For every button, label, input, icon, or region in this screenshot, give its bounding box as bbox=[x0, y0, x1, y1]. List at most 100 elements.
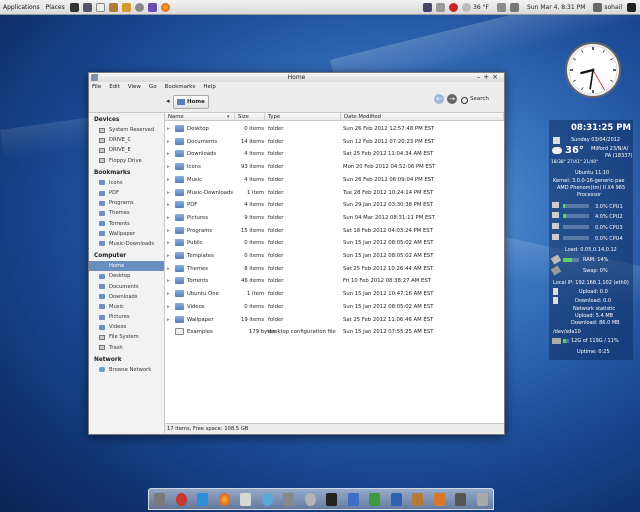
expand-arrow-icon[interactable]: ▸ bbox=[167, 139, 170, 145]
spreadsheet-icon[interactable] bbox=[369, 492, 381, 506]
sidebar-item-pdf[interactable]: PDF bbox=[89, 188, 164, 198]
envelope-icon[interactable] bbox=[497, 2, 507, 12]
places-menu[interactable]: Places bbox=[43, 4, 68, 11]
photo-icon[interactable] bbox=[455, 492, 467, 506]
back-arrow-icon[interactable]: ← bbox=[434, 94, 444, 104]
search-icon[interactable] bbox=[304, 492, 316, 506]
expand-arrow-icon[interactable]: ▸ bbox=[167, 278, 170, 284]
sidebar-item-drive-e[interactable]: DRIVE_E bbox=[89, 145, 164, 155]
sidebar-item-desktop[interactable]: Desktop bbox=[89, 271, 164, 281]
table-row[interactable]: ▸ Icons 93 items folder Mon 20 Feb 2012 04:5… bbox=[165, 161, 504, 174]
firefox-icon[interactable] bbox=[218, 492, 230, 506]
close-icon[interactable]: × bbox=[492, 73, 501, 81]
table-row[interactable]: ▸ Templates 0 items folder Sun 15 Jan 2012 0… bbox=[165, 250, 504, 263]
menu-bookmarks[interactable]: Bookmarks bbox=[165, 84, 196, 90]
table-row[interactable]: ▸ Themes 8 items folder Sat 25 Feb 2012 10:2… bbox=[165, 263, 504, 276]
sidebar-item-drive-c[interactable]: DRIVE_C bbox=[89, 135, 164, 145]
menu-go[interactable]: Go bbox=[149, 84, 157, 90]
expand-arrow-icon[interactable]: ▸ bbox=[167, 253, 170, 259]
table-row[interactable]: ▸ Videos 0 items folder Sun 15 Jan 2012 08:0… bbox=[165, 301, 504, 314]
expand-arrow-icon[interactable]: ▸ bbox=[167, 304, 170, 310]
applications-menu[interactable]: Applications bbox=[0, 4, 43, 11]
mail-icon[interactable] bbox=[436, 2, 446, 12]
maximize-icon[interactable]: + bbox=[483, 73, 492, 81]
expand-arrow-icon[interactable]: ▸ bbox=[167, 151, 170, 157]
table-row[interactable]: ▸ Documents 14 items folder Sun 12 Feb 2012 … bbox=[165, 136, 504, 149]
forward-arrow-icon[interactable]: → bbox=[447, 94, 457, 104]
sidebar-item-videos[interactable]: Videos bbox=[89, 322, 164, 332]
sidebar-item-home[interactable]: Home bbox=[89, 261, 164, 272]
table-row[interactable]: ▸ Public 0 items folder Sun 15 Jan 2012 08:0… bbox=[165, 237, 504, 250]
table-row[interactable]: ▸ Downloads 4 items folder Sat 25 Feb 2012 1… bbox=[165, 148, 504, 161]
table-row[interactable]: ▸ PDF 4 items folder Sun 29 Jan 2012 03:30:3… bbox=[165, 199, 504, 212]
column-header-size[interactable]: Size bbox=[235, 113, 265, 121]
sidebar-item-trash[interactable]: Trash bbox=[89, 343, 164, 353]
music-icon[interactable] bbox=[261, 492, 273, 506]
network-icon[interactable] bbox=[283, 492, 295, 506]
user-name[interactable]: sohail bbox=[604, 4, 622, 11]
column-header-type[interactable]: Type bbox=[265, 113, 341, 121]
expand-arrow-icon[interactable]: ▸ bbox=[167, 215, 170, 221]
box-icon[interactable] bbox=[108, 2, 118, 12]
finder-icon[interactable] bbox=[154, 492, 166, 506]
mail-icon[interactable] bbox=[240, 492, 252, 506]
chat-icon[interactable] bbox=[121, 2, 131, 12]
sidebar-item-wallpaper[interactable]: Wallpaper bbox=[89, 229, 164, 239]
pictures-icon[interactable] bbox=[197, 492, 209, 506]
expand-arrow-icon[interactable]: ▸ bbox=[167, 126, 170, 132]
sidebar-item-pictures[interactable]: Pictures bbox=[89, 312, 164, 322]
settings-icon[interactable] bbox=[433, 492, 445, 506]
terminal-icon[interactable] bbox=[69, 2, 79, 12]
volume-icon[interactable] bbox=[510, 2, 520, 12]
column-header-date[interactable]: Date Modified bbox=[341, 113, 504, 121]
window-titlebar[interactable]: Home –+× bbox=[89, 73, 504, 82]
table-row[interactable]: ▸ Torrents 46 items folder Fri 10 Feb 2012 0… bbox=[165, 275, 504, 288]
expand-arrow-icon[interactable]: ▸ bbox=[167, 240, 170, 246]
table-row[interactable]: ▸ Music 4 items folder Sun 26 Feb 2012 06:09… bbox=[165, 174, 504, 187]
chat-bubble-icon[interactable] bbox=[627, 2, 636, 12]
table-row[interactable]: ▸ Wallpaper 19 items folder Sat 25 Feb 2012 … bbox=[165, 314, 504, 327]
table-row[interactable]: ▸ Ubuntu One 1 item folder Sun 15 Jan 2012 1… bbox=[165, 288, 504, 301]
chat-icon[interactable] bbox=[390, 492, 402, 506]
settings-icon[interactable] bbox=[134, 2, 144, 12]
sidebar-item-floppy[interactable]: Floppy Drive bbox=[89, 156, 164, 166]
temperature-readout[interactable]: 36 °F bbox=[473, 4, 489, 11]
sidebar-item-music-downloads[interactable]: Music-Downloads bbox=[89, 239, 164, 249]
monitor-icon[interactable] bbox=[82, 2, 92, 12]
column-header-name[interactable]: Name bbox=[165, 113, 235, 121]
expand-arrow-icon[interactable]: ▸ bbox=[167, 190, 170, 196]
terminal-icon[interactable] bbox=[326, 492, 338, 506]
messenger-icon[interactable] bbox=[147, 2, 157, 12]
menu-edit[interactable]: Edit bbox=[109, 84, 120, 90]
sidebar-item-downloads[interactable]: Downloads bbox=[89, 292, 164, 302]
table-row[interactable]: ▸ Pictures 9 items folder Sun 04 Mar 2012 08… bbox=[165, 212, 504, 225]
package-icon[interactable] bbox=[412, 492, 424, 506]
user-avatar-icon[interactable] bbox=[593, 2, 603, 12]
table-row[interactable]: ▸ Programs 15 items folder Sat 18 Feb 2012 0… bbox=[165, 225, 504, 238]
sidebar-item-browse-network[interactable]: Browse Network bbox=[89, 365, 164, 375]
menu-file[interactable]: File bbox=[92, 84, 101, 90]
firefox-icon[interactable] bbox=[160, 2, 170, 12]
sidebar-item-programs[interactable]: Programs bbox=[89, 198, 164, 208]
sidebar-item-torrents[interactable]: Torrents bbox=[89, 219, 164, 229]
sidebar-item-documents[interactable]: Documents bbox=[89, 281, 164, 291]
expand-arrow-icon[interactable]: ▸ bbox=[167, 317, 170, 323]
expand-arrow-icon[interactable]: ▸ bbox=[167, 164, 170, 170]
left-arrow-icon[interactable]: ◂ bbox=[166, 97, 170, 105]
office-icon[interactable] bbox=[347, 492, 359, 506]
expand-arrow-icon[interactable]: ▸ bbox=[167, 291, 170, 297]
menu-help[interactable]: Help bbox=[203, 84, 216, 90]
expand-arrow-icon[interactable]: ▸ bbox=[167, 202, 170, 208]
sidebar-item-icons[interactable]: Icons bbox=[89, 178, 164, 188]
apps-icon[interactable] bbox=[175, 492, 187, 506]
power-icon[interactable] bbox=[449, 2, 459, 12]
search-icon[interactable] bbox=[461, 97, 468, 104]
search-button[interactable]: Search bbox=[470, 96, 489, 102]
sidebar-item-system-reserved[interactable]: System Reserved bbox=[89, 125, 164, 135]
table-row[interactable]: ▸ Music-Downloads 1 item folder Tue 28 Feb 2… bbox=[165, 187, 504, 200]
table-row[interactable]: ▸ Desktop 0 items folder Sun 26 Feb 2012 12:… bbox=[165, 123, 504, 136]
expand-arrow-icon[interactable]: ▸ bbox=[167, 177, 170, 183]
sidebar-item-music[interactable]: Music bbox=[89, 302, 164, 312]
trash-icon[interactable] bbox=[476, 492, 488, 506]
sidebar-item-file-system[interactable]: File System bbox=[89, 332, 164, 342]
